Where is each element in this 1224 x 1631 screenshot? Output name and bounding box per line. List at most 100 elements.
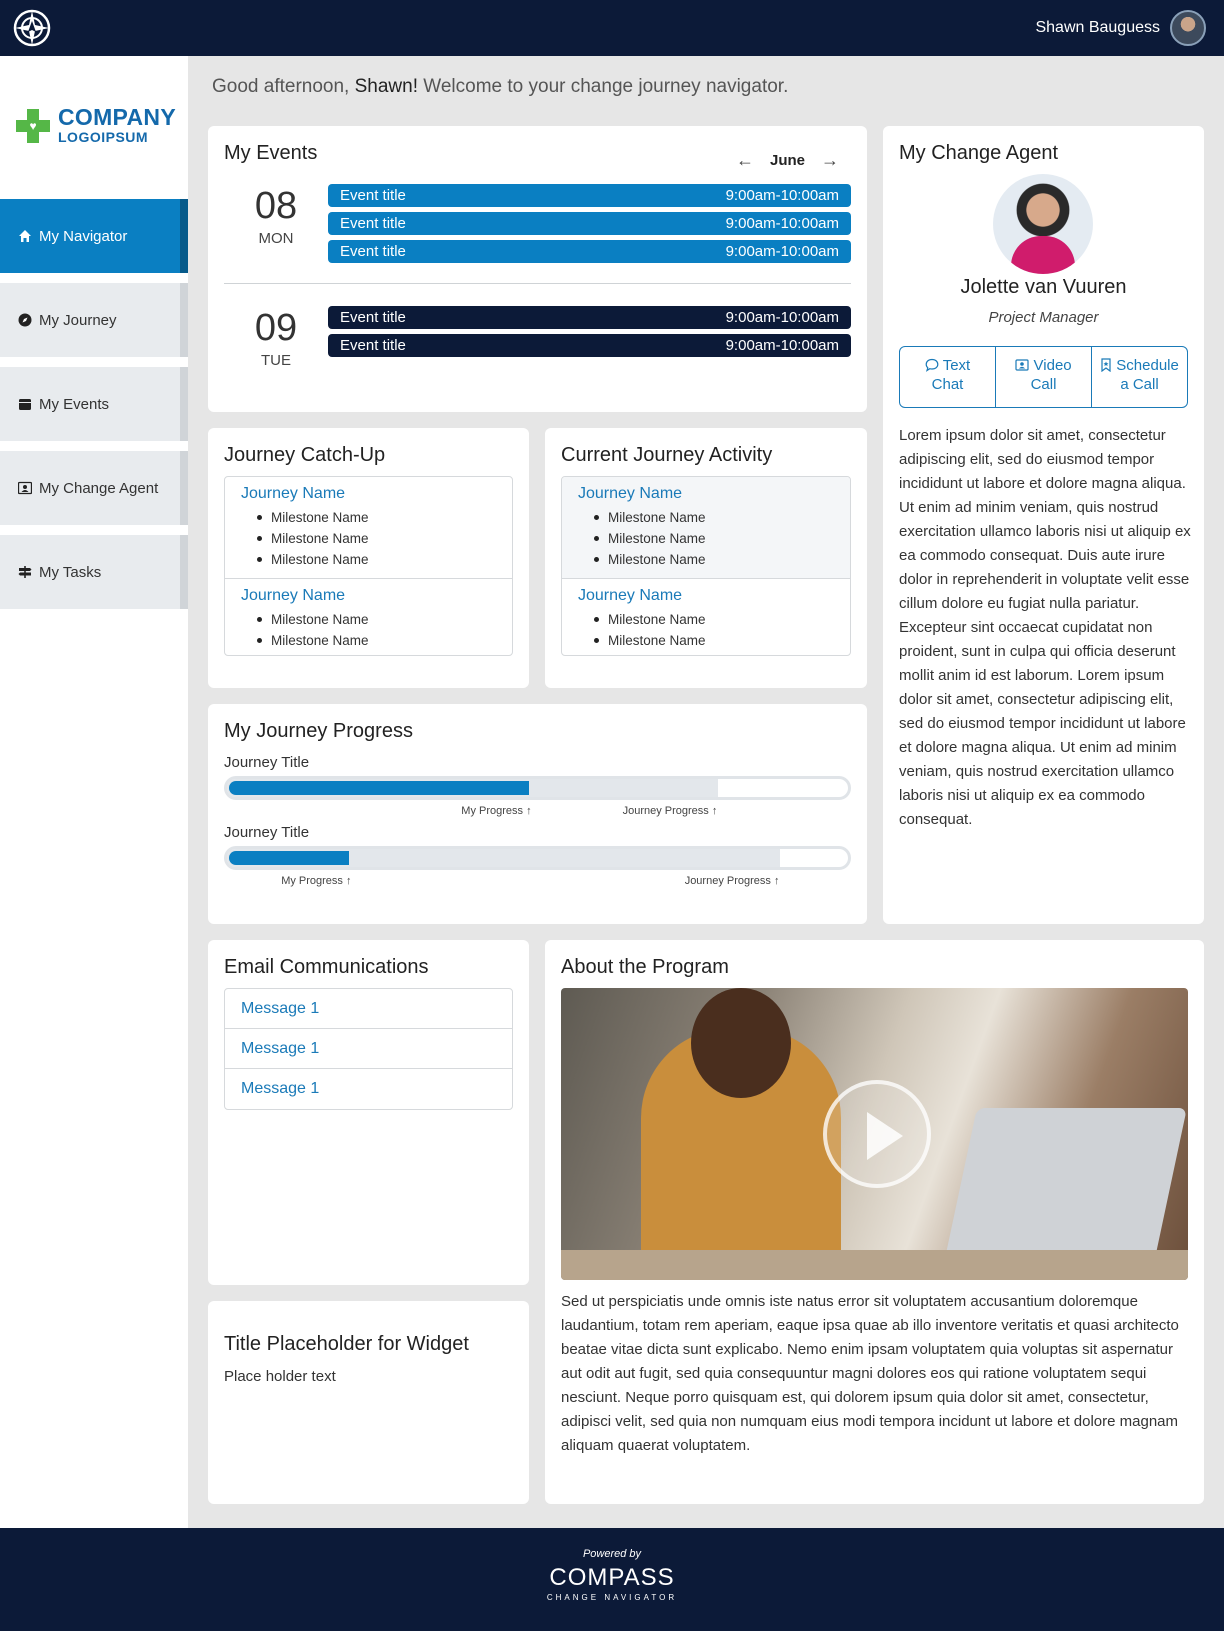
current-month: June [769,152,805,169]
greeting-prefix: Good afternoon, [212,76,355,97]
sidebar: ♥ COMPANY LOGOIPSUM My Navigator My Jour… [0,56,188,1528]
company-logo-line2: LOGOIPSUM [58,129,149,145]
my-progress-fill [229,781,530,795]
video-call-button[interactable]: Video Call [996,347,1092,407]
change-agent-card: My Change Agent Jolette van Vuuren Proje… [883,126,1204,924]
event-day: 08 MON Event title 9:00am-10:00am Event t… [224,184,851,263]
company-cross-icon: ♥ [16,108,50,143]
bookmark-icon [1101,358,1111,373]
milestone-item: Milestone Name [594,549,834,570]
current-journey-activity-card: Current Journey Activity Journey Name Mi… [545,428,867,688]
company-logo[interactable]: ♥ COMPANY LOGOIPSUM [16,106,176,145]
progress-bar [224,846,851,870]
message-link[interactable]: Message 1 [225,1029,512,1069]
progress-journey-title: Journey Title [224,824,310,841]
events-card: My Events ← June → 08 MON Event title 9:0… [208,126,867,412]
journey-name-link[interactable]: Journey Name [578,587,834,605]
event-item[interactable]: Event title 9:00am-10:00am [328,212,851,235]
agent-actions: Text Chat Video Call Schedule a Call [899,346,1188,408]
my-progress-label: My Progress ↑ [461,805,532,817]
my-progress-label: My Progress ↑ [281,875,352,887]
event-item[interactable]: Event title 9:00am-10:00am [328,306,851,329]
sidebar-item-label: My Change Agent [39,479,159,497]
sidebar-item-label: My Tasks [39,563,102,581]
journey-name-link[interactable]: Journey Name [241,485,496,503]
next-month-arrow-icon[interactable]: → [821,150,839,171]
progress-journey-title: Journey Title [224,754,310,771]
top-bar: Shawn Bauguess [0,0,1224,56]
video-person-head [691,988,791,1098]
compass-logo-icon[interactable] [12,8,52,48]
action-label-line1: Video [1033,357,1072,374]
email-communications-card: Email Communications Message 1 Message 1… [208,940,529,1285]
journey-group: Journey Name Milestone Name Milestone Na… [562,477,850,579]
event-time: 9:00am-10:00am [725,215,839,232]
journey-group: Journey Name Milestone Name Milestone Na… [225,477,512,579]
company-logo-line1: COMPANY [58,104,176,130]
greeting: Good afternoon, Shawn! Welcome to your c… [212,76,788,98]
user-menu[interactable]: Shawn Bauguess [1035,10,1206,46]
contact-card-icon [18,481,32,495]
action-label-line2: Chat [931,376,964,393]
milestone-item: Milestone Name [594,630,834,651]
schedule-call-button[interactable]: Schedule a Call [1092,347,1187,407]
placeholder-widget-title: Title Placeholder for Widget [224,1333,469,1355]
agent-bio: Lorem ipsum dolor sit amet, consectetur … [899,427,1191,828]
play-icon[interactable] [823,1080,931,1188]
chat-bubble-icon [925,358,939,372]
sidebar-item-my-navigator[interactable]: My Navigator [0,199,188,273]
sidebar-item-my-journey[interactable]: My Journey [0,283,188,357]
milestone-item: Milestone Name [257,507,496,528]
event-item[interactable]: Event title 9:00am-10:00am [328,240,851,263]
placeholder-widget-card: Title Placeholder for Widget Place holde… [208,1301,529,1504]
event-item[interactable]: Event title 9:00am-10:00am [328,184,851,207]
sidebar-item-label: My Journey [39,311,117,329]
user-avatar[interactable] [1170,10,1206,46]
footer-brand[interactable]: COMPASS [0,1564,1224,1592]
video-contact-icon [1015,359,1029,371]
event-time: 9:00am-10:00am [725,187,839,204]
program-video[interactable] [561,988,1188,1280]
previous-month-arrow-icon[interactable]: ← [736,150,754,171]
journey-name-link[interactable]: Journey Name [578,485,834,503]
change-agent-title: My Change Agent [899,142,1058,164]
footer: Powered by COMPASS CHANGE NAVIGATOR [0,1528,1224,1631]
event-title: Event title [340,309,406,326]
event-day: 09 TUE Event title 9:00am-10:00am Event t… [224,306,851,369]
text-chat-button[interactable]: Text Chat [900,347,996,407]
message-list: Message 1 Message 1 Message 1 [224,988,513,1110]
milestone-item: Milestone Name [257,609,496,630]
calendar-icon [19,399,31,410]
sidebar-item-my-change-agent[interactable]: My Change Agent [0,451,188,525]
action-label-line2: a Call [1120,376,1159,393]
sidebar-item-my-events[interactable]: My Events [0,367,188,441]
event-title: Event title [340,187,406,204]
footer-brand-sub: CHANGE NAVIGATOR [546,1593,678,1602]
about-text: Sed ut perspiciatis unde omnis iste natu… [561,1293,1179,1454]
video-desk [561,1250,1188,1280]
message-link[interactable]: Message 1 [225,1069,512,1109]
agent-photo [993,174,1093,274]
journey-name-link[interactable]: Journey Name [241,587,496,605]
greeting-name: Shawn! [354,76,418,97]
milestone-item: Milestone Name [257,528,496,549]
email-title: Email Communications [224,956,429,978]
sidebar-item-my-tasks[interactable]: My Tasks [0,535,188,609]
event-title: Event title [340,243,406,260]
milestone-item: Milestone Name [594,507,834,528]
milestone-item: Milestone Name [594,609,834,630]
event-item[interactable]: Event title 9:00am-10:00am [328,334,851,357]
journey-progress-card: My Journey Progress Journey Title My Pro… [208,704,867,924]
milestone-item: Milestone Name [257,549,496,570]
current-activity-list[interactable]: Journey Name Milestone Name Milestone Na… [561,476,851,656]
day-number: 09 [254,307,298,349]
catchup-list[interactable]: Journey Name Milestone Name Milestone Na… [224,476,513,656]
event-time: 9:00am-10:00am [725,337,839,354]
signpost-icon [18,566,32,578]
message-link[interactable]: Message 1 [225,989,512,1029]
event-title: Event title [340,215,406,232]
about-program-card: About the Program Sed ut perspiciatis un… [545,940,1204,1504]
action-label-line2: Call [1030,376,1057,393]
action-label-line1: Schedule [1116,357,1179,374]
month-nav: ← June → [736,150,839,171]
